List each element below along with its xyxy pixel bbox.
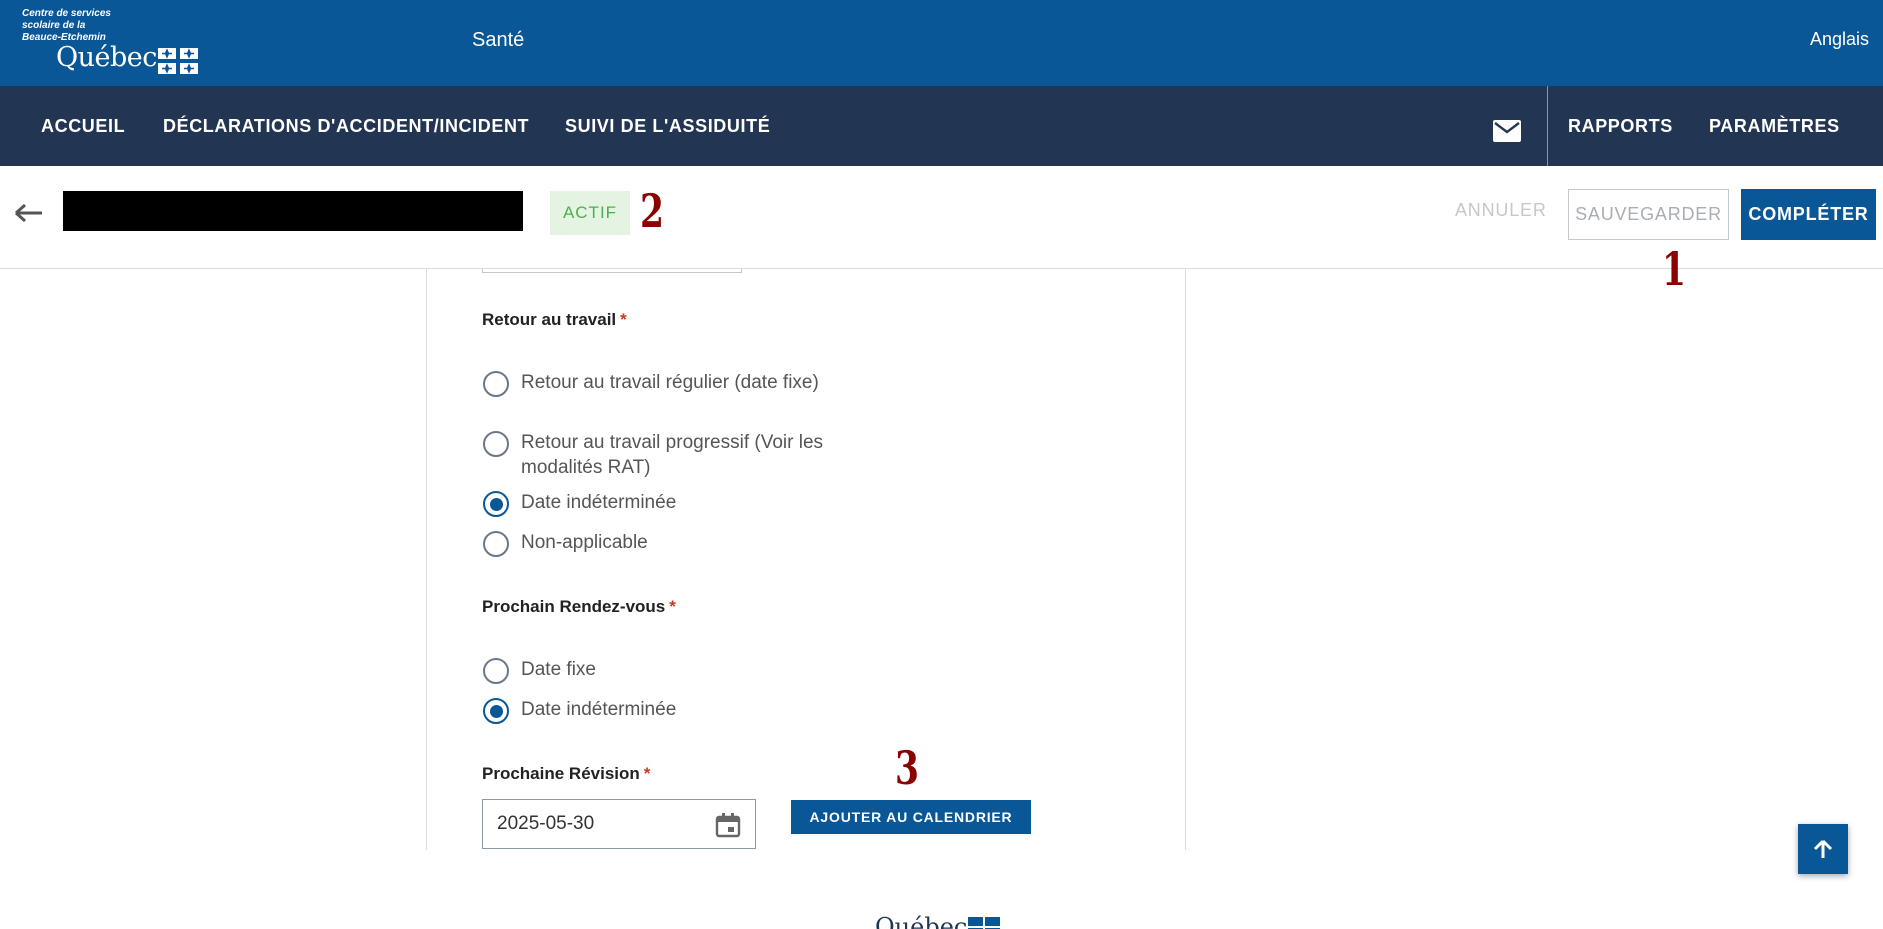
- nav-item-rapports[interactable]: RAPPORTS: [1568, 116, 1673, 137]
- nav-item-suivi-assiduite[interactable]: SUIVI DE L'ASSIDUITÉ: [565, 86, 770, 166]
- required-marker: *: [643, 764, 651, 783]
- arrow-up-icon: [1813, 839, 1833, 858]
- radio-label: Date indéterminée: [521, 699, 677, 720]
- action-bar: ACTIF 2 ANNULER SAUVEGARDER COMPLÉTER 1: [0, 166, 1883, 292]
- radio-date-indeterminee[interactable]: Date indéterminée: [483, 490, 823, 517]
- nav-divider: [1547, 86, 1548, 166]
- radio-label: Non-applicable: [521, 532, 648, 553]
- required-marker: *: [620, 310, 627, 329]
- next-review-label: Prochaine Révision *: [482, 764, 651, 783]
- complete-button[interactable]: COMPLÉTER: [1741, 189, 1876, 240]
- annotation-3: 3: [895, 741, 920, 795]
- app-title: Santé: [472, 29, 525, 51]
- calendar-icon[interactable]: [715, 812, 741, 838]
- radio-label: Retour au travail progressif (Voir les m…: [521, 432, 824, 478]
- footer-logo-text: Québec: [875, 913, 968, 929]
- form-panel: Retour au travail * Retour au travail rég…: [426, 269, 1186, 850]
- nav-item-parametres[interactable]: PARAMÈTRES: [1709, 116, 1840, 137]
- date-value: 2025-05-30: [497, 813, 595, 834]
- redacted-employee-name: [63, 191, 523, 231]
- logo-org-line1: Centre de services: [22, 8, 111, 19]
- previous-input-field[interactable]: [482, 269, 742, 273]
- logo-quebec-text: Québec: [56, 42, 157, 73]
- language-link[interactable]: Anglais: [1810, 29, 1869, 50]
- quebec-flag-icon: [968, 917, 1000, 929]
- organization-logo[interactable]: Centre de services scolaire de la Beauce…: [22, 8, 202, 74]
- required-marker: *: [669, 597, 676, 616]
- radio-button-checked[interactable]: [483, 491, 509, 517]
- mail-icon[interactable]: [1493, 120, 1521, 142]
- footer-logo: Québec: [875, 911, 1005, 929]
- radio-retour-regulier[interactable]: Retour au travail régulier (date fixe): [483, 370, 823, 397]
- radio-button-checked[interactable]: [483, 698, 509, 724]
- radio-button[interactable]: [483, 658, 509, 684]
- cancel-button[interactable]: ANNULER: [1455, 200, 1547, 221]
- radio-button[interactable]: [483, 431, 509, 457]
- main-nav: ACCUEIL DÉCLARATIONS D'ACCIDENT/INCIDENT…: [0, 86, 1883, 166]
- return-to-work-label: Retour au travail *: [482, 310, 627, 329]
- radio-label: Date fixe: [521, 659, 596, 680]
- nav-item-declarations[interactable]: DÉCLARATIONS D'ACCIDENT/INCIDENT: [163, 86, 529, 166]
- scroll-to-top-button[interactable]: [1798, 824, 1848, 874]
- radio-retour-progressif[interactable]: Retour au travail progressif (Voir les m…: [483, 430, 823, 480]
- annotation-1: 1: [1662, 242, 1687, 296]
- radio-non-applicable[interactable]: Non-applicable: [483, 530, 823, 557]
- radio-label: Retour au travail régulier (date fixe): [521, 372, 819, 393]
- top-header: Centre de services scolaire de la Beauce…: [0, 0, 1883, 86]
- radio-label: Date indéterminée: [521, 492, 677, 513]
- radio-button[interactable]: [483, 371, 509, 397]
- status-badge: ACTIF: [550, 191, 630, 235]
- annotation-2: 2: [640, 184, 665, 238]
- next-review-date-input[interactable]: 2025-05-30: [482, 799, 756, 849]
- next-appointment-label: Prochain Rendez-vous *: [482, 597, 676, 616]
- radio-button[interactable]: [483, 531, 509, 557]
- save-button[interactable]: SAUVEGARDER: [1568, 189, 1729, 240]
- add-to-calendar-button[interactable]: AJOUTER AU CALENDRIER: [791, 800, 1031, 834]
- quebec-flag-icon: [158, 48, 198, 74]
- radio-rdv-date-indeterminee[interactable]: Date indéterminée: [483, 697, 823, 724]
- nav-item-accueil[interactable]: ACCUEIL: [41, 86, 125, 166]
- logo-org-line2: scolaire de la: [22, 20, 86, 31]
- logo-org-name: Centre de services scolaire de la Beauce…: [22, 8, 152, 44]
- back-arrow-icon[interactable]: [14, 200, 44, 226]
- radio-date-fixe[interactable]: Date fixe: [483, 657, 823, 684]
